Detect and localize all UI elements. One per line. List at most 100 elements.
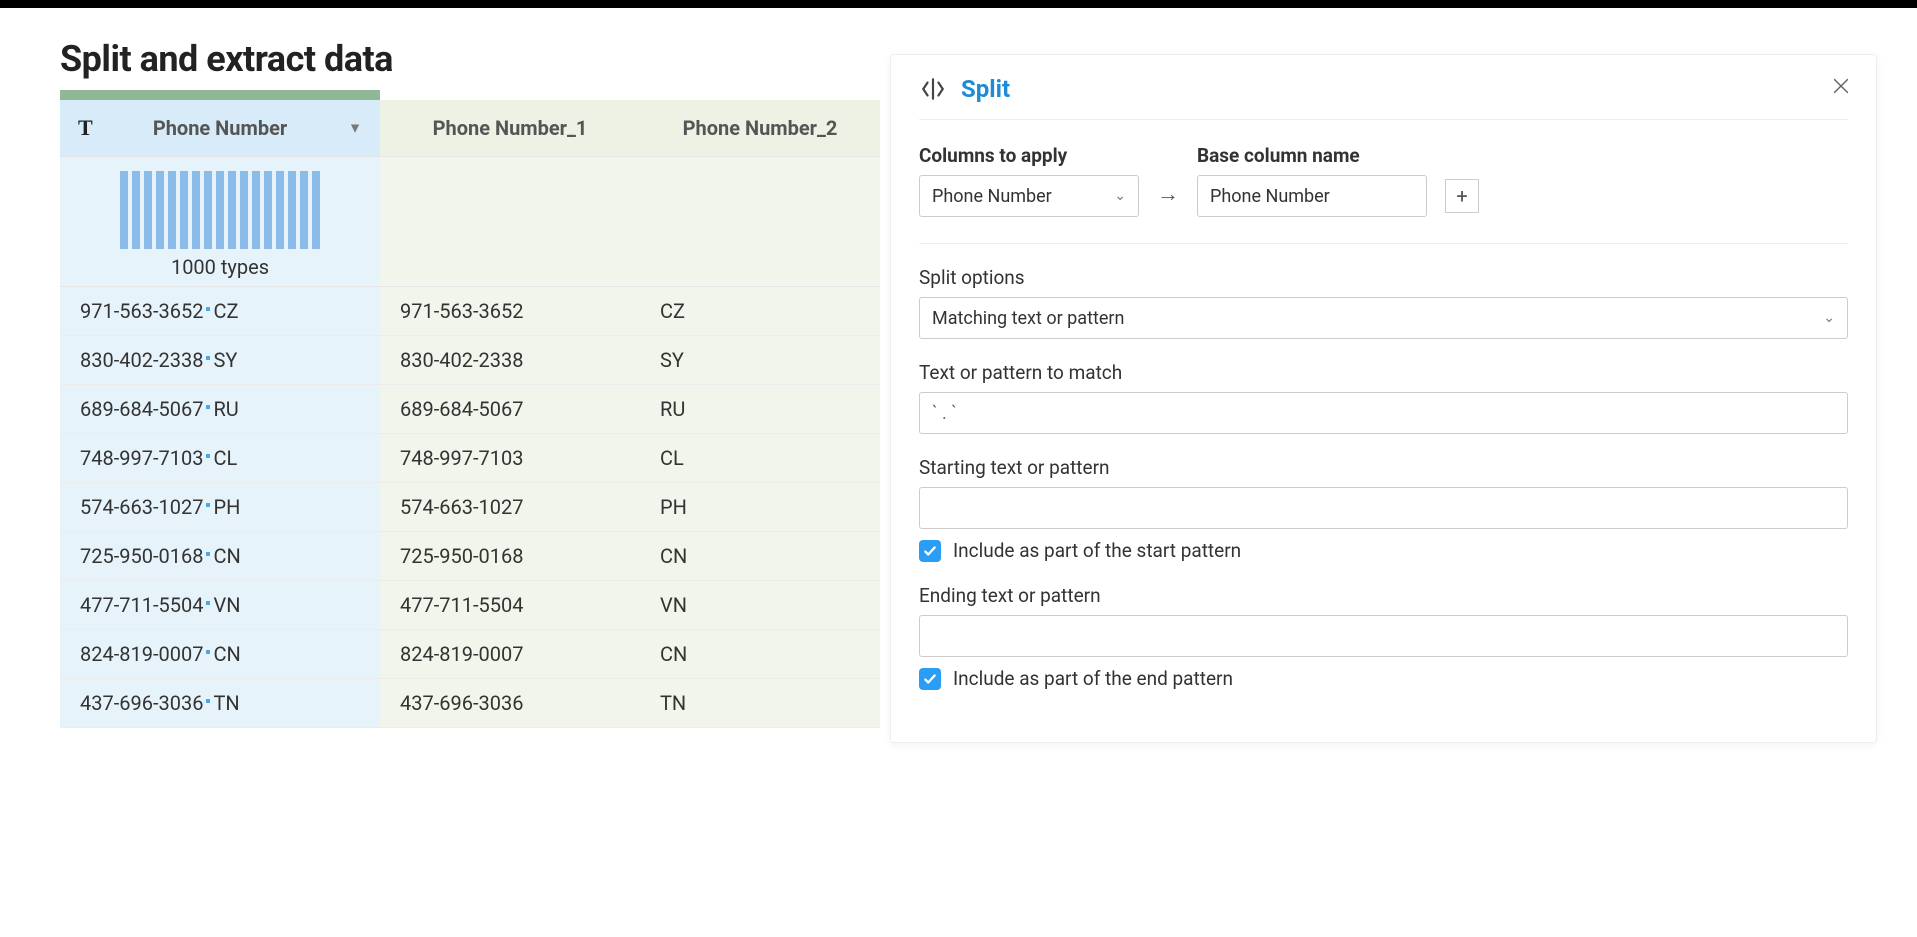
cell-original[interactable]: 437-696-3036TN (60, 678, 380, 727)
cell-cc: CZ (213, 299, 238, 323)
data-table: T Phone Number ▼ Phone Number_1 Phone Nu… (60, 100, 880, 728)
include-start-checkbox[interactable] (919, 540, 941, 562)
input-value: Phone Number (1210, 186, 1330, 207)
table-row: 437-696-3036TN 437-696-3036 TN (60, 678, 880, 727)
table-row: 830-402-2338SY 830-402-2338 SY (60, 335, 880, 384)
cell-split-phone[interactable]: 477-711-5504 (380, 580, 640, 629)
base-column-name-input[interactable]: Phone Number (1197, 175, 1427, 217)
chevron-down-icon[interactable]: ▼ (348, 119, 362, 136)
cell-original[interactable]: 725-950-0168CN (60, 531, 380, 580)
starting-text-input[interactable] (919, 487, 1848, 529)
columns-to-apply-label: Columns to apply (919, 144, 1139, 167)
cell-split-cc[interactable]: CZ (640, 286, 880, 335)
cell-original[interactable]: 689-684-5067 RU (60, 384, 380, 433)
table-row: 725-950-0168CN 725-950-0168 CN (60, 531, 880, 580)
input-value: ` . ` (932, 403, 957, 424)
selected-column-accent (60, 90, 380, 100)
add-column-button[interactable]: + (1445, 179, 1479, 213)
split-delimiter-icon (206, 356, 210, 360)
cell-split-phone[interactable]: 971-563-3652 (380, 286, 640, 335)
split-icon (919, 75, 947, 103)
cell-cc: SY (213, 348, 237, 372)
cell-phone: 477-711-5504 (80, 593, 203, 617)
cell-phone: 824-819-0007 (80, 642, 203, 666)
split-delimiter-icon (206, 503, 210, 507)
column-header-label: Phone Number_1 (433, 116, 588, 140)
types-count-label: 1000 types (60, 255, 380, 279)
cell-phone: 574-663-1027 (80, 495, 203, 519)
cell-split-cc[interactable]: SY (640, 335, 880, 384)
select-value: Phone Number (932, 186, 1052, 207)
columns-to-apply-select[interactable]: Phone Number ⌄ (919, 175, 1139, 217)
cell-split-phone[interactable]: 748-997-7103 (380, 433, 640, 482)
split-delimiter-icon (206, 552, 210, 556)
base-column-name-label: Base column name (1197, 144, 1427, 167)
cell-split-cc[interactable]: RU (640, 384, 880, 433)
cell-split-cc[interactable]: VN (640, 580, 880, 629)
cell-original[interactable]: 830-402-2338 SY (60, 335, 380, 384)
cell-cc: CN (213, 642, 240, 666)
cell-original[interactable]: 574-663-1027 PH (60, 482, 380, 531)
include-start-label: Include as part of the start pattern (953, 539, 1241, 562)
column-header-phone-number[interactable]: T Phone Number ▼ (60, 100, 380, 156)
split-delimiter-icon (206, 405, 210, 409)
column-header-label: Phone Number (153, 116, 287, 140)
ending-text-label: Ending text or pattern (919, 584, 1848, 607)
cell-split-phone[interactable]: 574-663-1027 (380, 482, 640, 531)
arrow-right-icon: → (1157, 181, 1179, 217)
distribution-bars-icon (60, 171, 380, 249)
select-value: Matching text or pattern (932, 308, 1124, 329)
cell-cc: PH (213, 495, 240, 519)
cell-phone: 689-684-5067 (80, 397, 203, 421)
column-profile-cell-empty (640, 156, 880, 286)
table-row: 574-663-1027PH 574-663-1027 PH (60, 482, 880, 531)
cell-original[interactable]: 971-563-3652 CZ (60, 286, 380, 335)
split-delimiter-icon (206, 454, 210, 458)
cell-cc: CN (213, 544, 240, 568)
cell-phone: 830-402-2338 (80, 348, 203, 372)
panel-title: Split (961, 75, 1010, 103)
cell-cc: CL (213, 446, 237, 470)
cell-original[interactable]: 477-711-5504 VN (60, 580, 380, 629)
table-row: 971-563-3652CZ 971-563-3652 CZ (60, 286, 880, 335)
starting-text-label: Starting text or pattern (919, 456, 1848, 479)
cell-original[interactable]: 824-819-0007 CN (60, 629, 380, 678)
cell-split-cc[interactable]: CL (640, 433, 880, 482)
chevron-down-icon: ⌄ (1823, 310, 1835, 326)
split-options-select[interactable]: Matching text or pattern ⌄ (919, 297, 1848, 339)
cell-phone: 971-563-3652 (80, 299, 203, 323)
include-end-checkbox[interactable] (919, 668, 941, 690)
cell-phone: 437-696-3036 (80, 691, 203, 715)
cell-cc: RU (213, 397, 238, 421)
split-delimiter-icon (206, 650, 210, 654)
ending-text-input[interactable] (919, 615, 1848, 657)
table-row: 824-819-0007CN 824-819-0007 CN (60, 629, 880, 678)
column-header-phone-number-1[interactable]: Phone Number_1 (380, 100, 640, 156)
column-header-label: Phone Number_2 (683, 116, 838, 140)
cell-split-phone[interactable]: 824-819-0007 (380, 629, 640, 678)
split-delimiter-icon (206, 699, 210, 703)
cell-original[interactable]: 748-997-7103CL (60, 433, 380, 482)
cell-split-phone[interactable]: 725-950-0168 (380, 531, 640, 580)
column-header-phone-number-2[interactable]: Phone Number_2 (640, 100, 880, 156)
cell-split-cc[interactable]: PH (640, 482, 880, 531)
include-end-label: Include as part of the end pattern (953, 667, 1233, 690)
column-profile-cell: 1000 types (60, 156, 380, 286)
table-row: 689-684-5067RU 689-684-5067 RU (60, 384, 880, 433)
split-delimiter-icon (206, 601, 210, 605)
close-button[interactable] (1830, 75, 1854, 99)
text-pattern-input[interactable]: ` . ` (919, 392, 1848, 434)
cell-cc: VN (213, 593, 240, 617)
cell-split-phone[interactable]: 437-696-3036 (380, 678, 640, 727)
cell-split-phone[interactable]: 830-402-2338 (380, 335, 640, 384)
split-config-panel: Split Columns to apply Phone Number ⌄ → … (890, 54, 1877, 743)
cell-split-cc[interactable]: CN (640, 531, 880, 580)
cell-split-cc[interactable]: CN (640, 629, 880, 678)
column-profile-row: 1000 types (60, 156, 880, 286)
chevron-down-icon: ⌄ (1114, 188, 1126, 204)
cell-split-cc[interactable]: TN (640, 678, 880, 727)
left-panel: Split and extract data T Phone Number ▼ … (60, 38, 880, 728)
panel-header: Split (919, 75, 1848, 120)
divider (919, 243, 1848, 244)
cell-split-phone[interactable]: 689-684-5067 (380, 384, 640, 433)
